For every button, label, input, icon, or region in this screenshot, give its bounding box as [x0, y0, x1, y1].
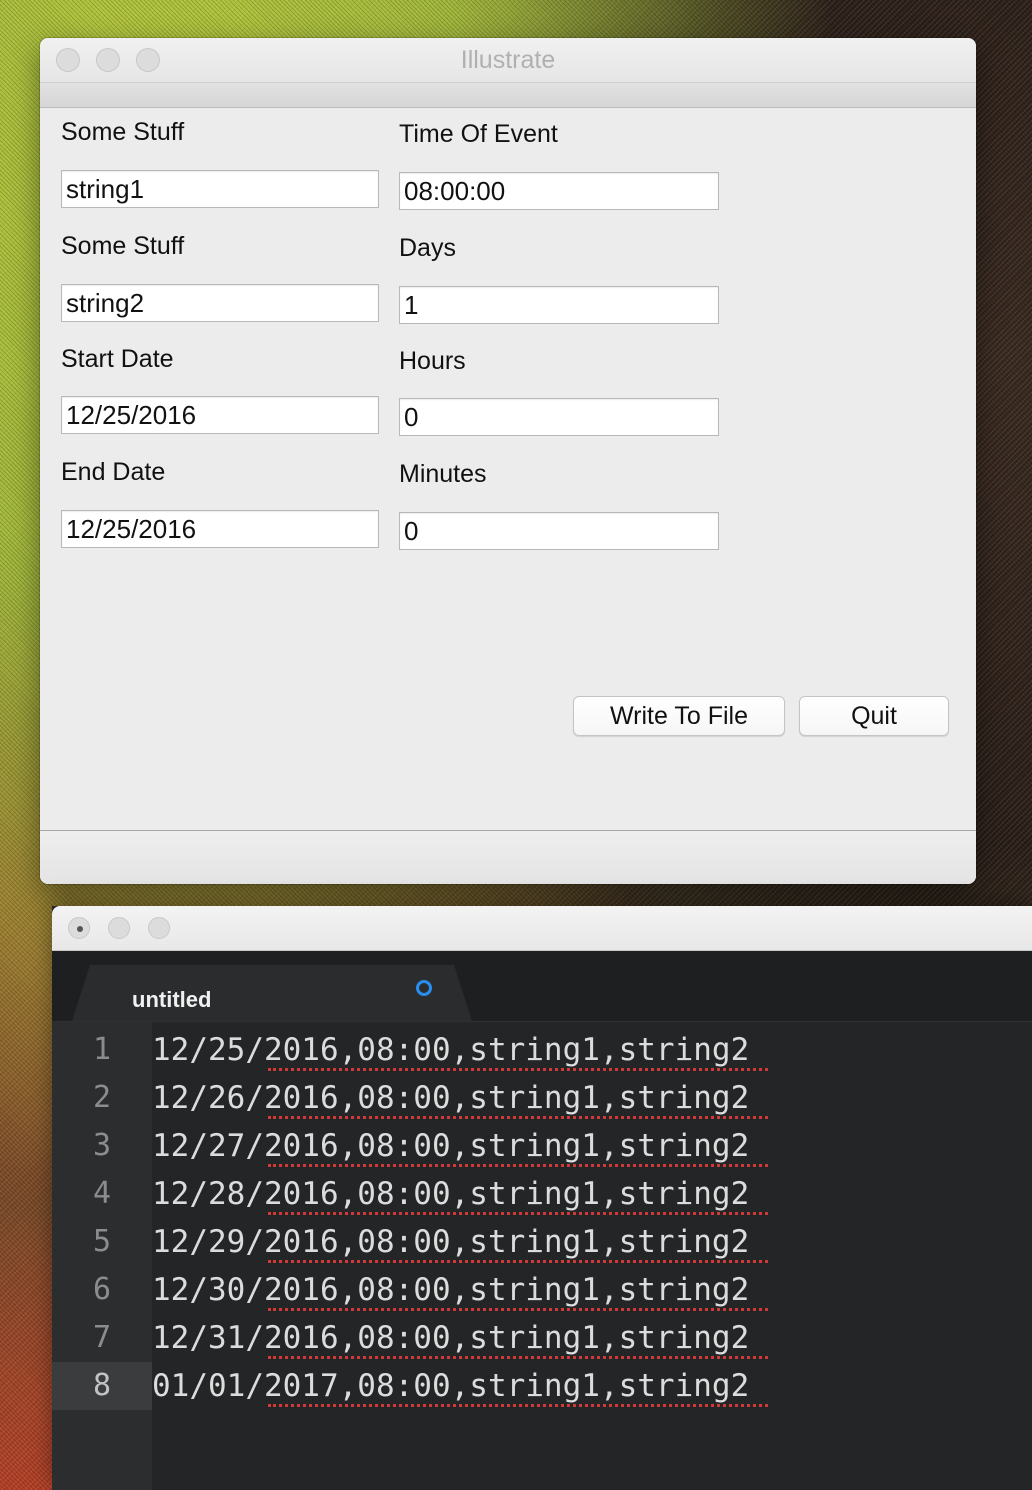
start-date-input[interactable]	[61, 396, 379, 434]
end-date-label: End Date	[61, 458, 166, 486]
editor-line[interactable]: 4 12/28/2016,08:00,string1,string2	[52, 1170, 1032, 1218]
line-number: 5	[92, 1224, 112, 1259]
editor-line[interactable]: 3 12/27/2016,08:00,string1,string2	[52, 1122, 1032, 1170]
spellcheck-underline	[268, 1308, 768, 1311]
minutes-input[interactable]	[399, 512, 719, 550]
toolbar-strip	[40, 83, 976, 108]
days-label: Days	[399, 234, 456, 262]
modified-indicator-icon[interactable]	[416, 980, 432, 996]
editor-line[interactable]: 1 12/25/2016,08:00,string1,string2	[52, 1026, 1032, 1074]
unsaved-dot-icon	[77, 926, 83, 932]
spellcheck-underline	[268, 1260, 768, 1263]
line-number: 8	[52, 1362, 152, 1410]
status-bar	[40, 830, 976, 884]
line-text[interactable]: 12/26/2016,08:00,string1,string2	[152, 1074, 749, 1122]
some-stuff-1-label: Some Stuff	[61, 118, 185, 146]
time-of-event-label: Time Of Event	[399, 120, 558, 148]
line-number: 3	[92, 1128, 112, 1163]
editor-line[interactable]: 2 12/26/2016,08:00,string1,string2	[52, 1074, 1032, 1122]
line-number: 7	[92, 1320, 112, 1355]
line-text[interactable]: 01/01/2017,08:00,string1,string2	[152, 1362, 749, 1410]
spellcheck-underline	[268, 1116, 768, 1119]
editor-line[interactable]: 8 01/01/2017,08:00,string1,string2	[52, 1362, 1032, 1410]
spellcheck-underline	[268, 1356, 768, 1359]
text-editor-window: untitled 1 12/25/2016,08:00,string1,strin…	[52, 906, 1032, 1490]
line-number: 4	[92, 1176, 112, 1211]
some-stuff-2-label: Some Stuff	[61, 232, 185, 260]
some-stuff-2-input[interactable]	[61, 284, 379, 322]
window-title: Illustrate	[460, 46, 556, 74]
line-number: 1	[92, 1032, 112, 1067]
tab-label: untitled	[132, 987, 212, 1012]
end-date-input[interactable]	[61, 510, 379, 548]
title-bar[interactable]: Illustrate	[40, 38, 976, 83]
line-text[interactable]: 12/25/2016,08:00,string1,string2	[152, 1026, 749, 1074]
line-text[interactable]: 12/29/2016,08:00,string1,string2	[152, 1218, 749, 1266]
illustrate-window: Illustrate Some Stuff Some Stuff Start D…	[40, 38, 976, 884]
minimize-window-button[interactable]	[108, 917, 130, 939]
line-text[interactable]: 12/27/2016,08:00,string1,string2	[152, 1122, 749, 1170]
hours-input[interactable]	[399, 398, 719, 436]
line-number: 6	[92, 1272, 112, 1307]
line-text[interactable]: 12/28/2016,08:00,string1,string2	[152, 1170, 749, 1218]
editor-line[interactable]: 5 12/29/2016,08:00,string1,string2	[52, 1218, 1032, 1266]
minutes-label: Minutes	[399, 460, 487, 488]
line-number: 2	[92, 1080, 112, 1115]
spellcheck-underline	[268, 1164, 768, 1167]
time-of-event-input[interactable]	[399, 172, 719, 210]
line-text[interactable]: 12/30/2016,08:00,string1,string2	[152, 1266, 749, 1314]
tab-bar: untitled	[52, 951, 1032, 1022]
write-to-file-button[interactable]: Write To File	[573, 696, 785, 736]
editor-title-bar[interactable]	[52, 906, 1032, 951]
spellcheck-underline	[268, 1212, 768, 1215]
spellcheck-underline	[268, 1404, 768, 1407]
days-input[interactable]	[399, 286, 719, 324]
quit-button[interactable]: Quit	[799, 696, 949, 736]
tab-untitled[interactable]: untitled	[72, 965, 472, 1021]
spellcheck-underline	[268, 1068, 768, 1071]
start-date-label: Start Date	[61, 345, 174, 373]
editor-line[interactable]: 7 12/31/2016,08:00,string1,string2	[52, 1314, 1032, 1362]
hours-label: Hours	[399, 347, 466, 375]
close-window-button[interactable]	[68, 917, 90, 939]
some-stuff-1-input[interactable]	[61, 170, 379, 208]
zoom-window-button[interactable]	[148, 917, 170, 939]
line-text[interactable]: 12/31/2016,08:00,string1,string2	[152, 1314, 749, 1362]
editor-line[interactable]: 6 12/30/2016,08:00,string1,string2	[52, 1266, 1032, 1314]
